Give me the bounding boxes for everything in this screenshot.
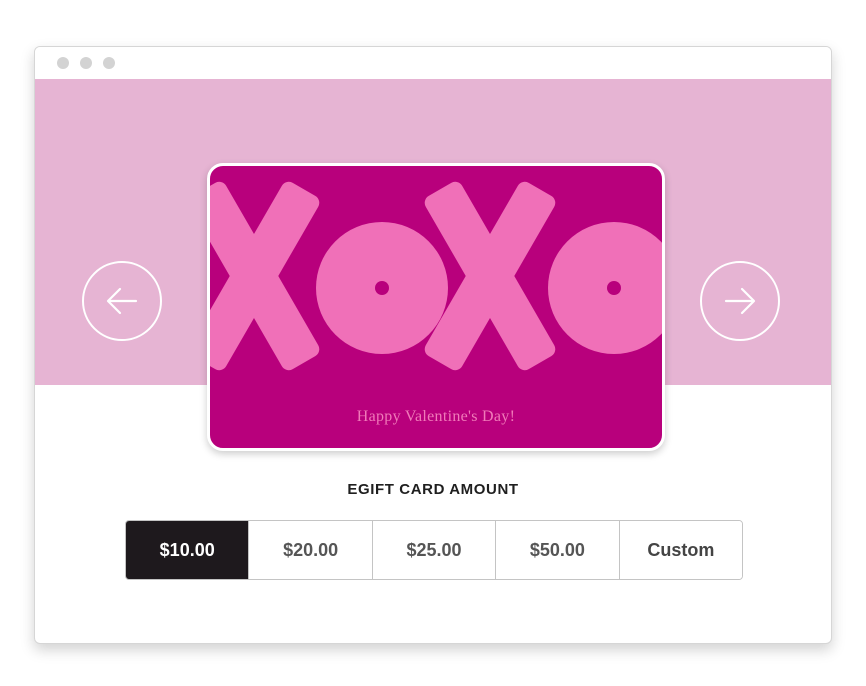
amount-option-custom[interactable]: Custom xyxy=(618,521,742,579)
amount-option-10[interactable]: $10.00 xyxy=(126,521,249,579)
arrow-right-icon xyxy=(724,287,756,315)
window-dot xyxy=(80,57,92,69)
xoxo-artwork xyxy=(210,181,662,371)
gift-card-preview[interactable]: Happy Valentine's Day! xyxy=(207,163,665,451)
arrow-left-icon xyxy=(106,287,138,315)
window-dot xyxy=(57,57,69,69)
amount-option-25[interactable]: $25.00 xyxy=(371,521,496,579)
amount-label: EGIFT CARD AMOUNT xyxy=(347,481,519,498)
browser-window: Happy Valentine's Day! EGIFT CARD AMOUNT… xyxy=(34,46,832,644)
window-titlebar xyxy=(35,47,831,79)
card-message: Happy Valentine's Day! xyxy=(356,408,516,425)
amount-option-20[interactable]: $20.00 xyxy=(248,521,372,579)
window-dot xyxy=(103,57,115,69)
carousel-prev-button[interactable] xyxy=(82,261,162,341)
amount-selector: $10.00 $20.00 $25.00 $50.00 Custom xyxy=(125,520,743,580)
carousel-next-button[interactable] xyxy=(700,261,780,341)
amount-option-50[interactable]: $50.00 xyxy=(495,521,619,579)
